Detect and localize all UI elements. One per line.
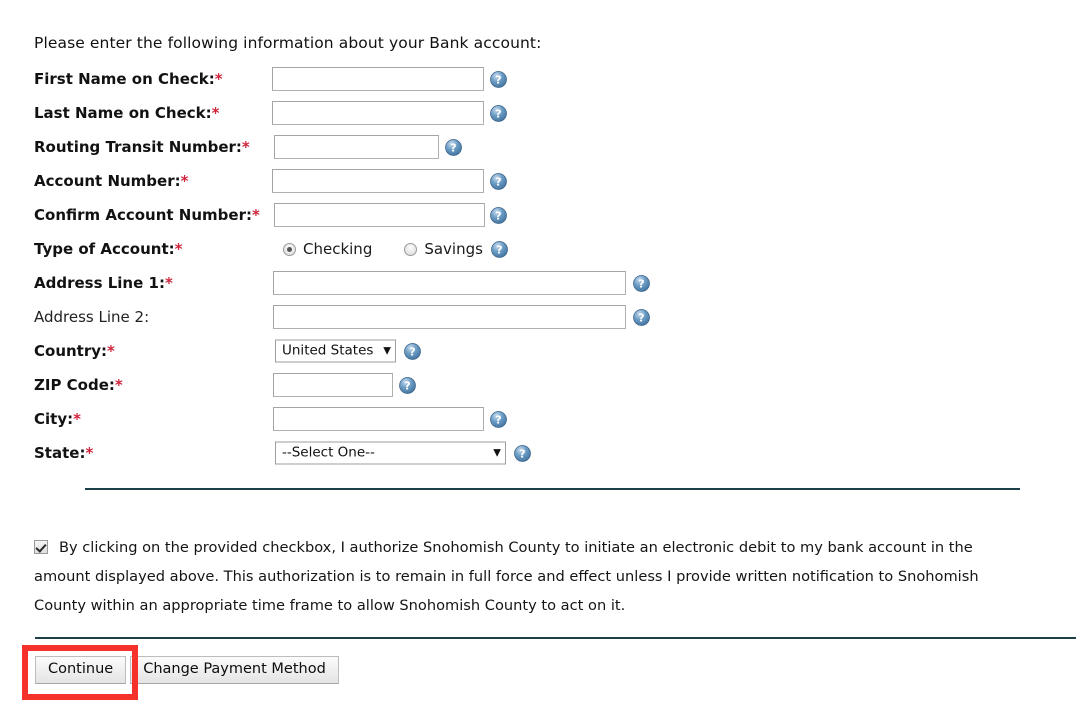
bank-account-form: First Name on Check:* ? Last Name on Che… <box>0 62 1076 470</box>
label-city: City:* <box>34 410 81 428</box>
account-number-input[interactable] <box>272 169 484 193</box>
help-question-icon[interactable]: ? <box>514 445 531 462</box>
button-bar: Continue Change Payment Method <box>35 656 343 684</box>
label-confirm-account-number: Confirm Account Number:* <box>34 206 260 224</box>
radio-savings-input[interactable] <box>404 242 418 256</box>
address-line-2-input[interactable] <box>273 305 626 329</box>
label-address-line-1: Address Line 1:* <box>34 274 173 292</box>
svg-text:?: ? <box>495 108 501 121</box>
label-state: State:* <box>34 444 94 462</box>
help-question-icon[interactable]: ? <box>633 275 650 292</box>
required-marker: * <box>164 274 173 292</box>
page-title: Please enter the following information a… <box>34 34 542 52</box>
required-marker: * <box>85 444 94 462</box>
radio-option-savings[interactable]: Savings <box>404 240 483 258</box>
help-question-icon[interactable]: ? <box>490 173 507 190</box>
svg-text:?: ? <box>404 380 410 393</box>
label-country: Country:* <box>34 342 115 360</box>
state-select[interactable]: --Select One-- ▼ <box>275 441 506 465</box>
svg-text:?: ? <box>495 210 501 223</box>
label-first-name: First Name on Check:* <box>34 70 223 88</box>
svg-text:?: ? <box>495 176 501 189</box>
routing-number-input[interactable] <box>274 135 439 159</box>
help-question-icon[interactable]: ? <box>399 377 416 394</box>
label-last-name: Last Name on Check:* <box>34 104 220 122</box>
form-row-confirm-account-number: Confirm Account Number:* ? <box>0 198 1076 232</box>
form-row-account-type: Type of Account:* Checking Savings ? <box>0 232 1076 266</box>
continue-button[interactable]: Continue <box>35 656 127 684</box>
required-marker: * <box>211 104 220 122</box>
label-routing-number: Routing Transit Number:* <box>34 138 250 156</box>
required-marker: * <box>251 206 260 224</box>
chevron-down-icon: ▼ <box>493 447 501 458</box>
svg-text:?: ? <box>409 346 415 359</box>
confirm-account-number-input[interactable] <box>274 203 485 227</box>
city-input[interactable] <box>273 407 484 431</box>
state-select-value: --Select One-- <box>282 446 375 460</box>
svg-text:?: ? <box>638 278 644 291</box>
form-row-country: Country:* United States ▼ ? <box>0 334 1076 368</box>
help-question-icon[interactable]: ? <box>490 411 507 428</box>
form-row-zip-code: ZIP Code:* ? <box>0 368 1076 402</box>
required-marker: * <box>107 342 115 360</box>
zip-code-input[interactable] <box>273 373 393 397</box>
help-question-icon[interactable]: ? <box>445 139 462 156</box>
radio-checking-input[interactable] <box>283 242 296 256</box>
svg-text:?: ? <box>638 312 644 325</box>
country-select-value: United States <box>282 344 374 358</box>
help-question-icon[interactable]: ? <box>633 309 650 326</box>
radio-savings-label[interactable]: Savings <box>424 240 483 258</box>
svg-text:?: ? <box>519 448 525 461</box>
label-address-line-2: Address Line 2: <box>34 308 150 326</box>
radio-checking-label[interactable]: Checking <box>303 240 372 258</box>
required-marker: * <box>180 172 189 190</box>
required-marker: * <box>114 376 123 394</box>
label-account-number: Account Number:* <box>34 172 189 190</box>
required-marker: * <box>241 138 250 156</box>
first-name-input[interactable] <box>272 67 484 91</box>
help-question-icon[interactable]: ? <box>404 343 421 360</box>
label-account-type: Type of Account:* <box>34 240 183 258</box>
form-row-state: State:* --Select One-- ▼ ? <box>0 436 1076 470</box>
last-name-input[interactable] <box>272 101 484 125</box>
authorization-block: By clicking on the provided checkbox, I … <box>34 533 1024 620</box>
help-question-icon[interactable]: ? <box>491 240 508 258</box>
help-question-icon[interactable]: ? <box>490 207 507 224</box>
svg-text:?: ? <box>495 414 501 427</box>
svg-text:?: ? <box>496 243 502 256</box>
form-row-city: City:* ? <box>0 402 1076 436</box>
form-row-address-line-1: Address Line 1:* ? <box>0 266 1076 300</box>
label-zip-code: ZIP Code:* <box>34 376 123 394</box>
form-row-routing-number: Routing Transit Number:* ? <box>0 130 1076 164</box>
section-divider-top <box>85 488 1020 490</box>
authorization-checkbox[interactable] <box>34 540 48 554</box>
help-question-icon[interactable]: ? <box>490 105 507 122</box>
country-select[interactable]: United States ▼ <box>275 339 396 363</box>
change-payment-method-button[interactable]: Change Payment Method <box>130 656 339 684</box>
svg-text:?: ? <box>450 142 456 155</box>
required-marker: * <box>214 70 223 88</box>
form-row-account-number: Account Number:* ? <box>0 164 1076 198</box>
section-divider-bottom <box>35 637 1076 639</box>
required-marker: * <box>174 240 183 258</box>
svg-text:?: ? <box>495 74 501 87</box>
form-row-first-name: First Name on Check:* ? <box>0 62 1076 96</box>
form-row-address-line-2: Address Line 2: ? <box>0 300 1076 334</box>
form-row-last-name: Last Name on Check:* ? <box>0 96 1076 130</box>
authorization-text: By clicking on the provided checkbox, I … <box>34 539 979 614</box>
required-marker: * <box>73 410 81 428</box>
help-question-icon[interactable]: ? <box>490 71 507 88</box>
radio-option-checking[interactable]: Checking <box>283 240 372 258</box>
address-line-1-input[interactable] <box>273 271 626 295</box>
bank-account-form-page: Please enter the following information a… <box>0 0 1076 709</box>
chevron-down-icon: ▼ <box>383 345 391 356</box>
